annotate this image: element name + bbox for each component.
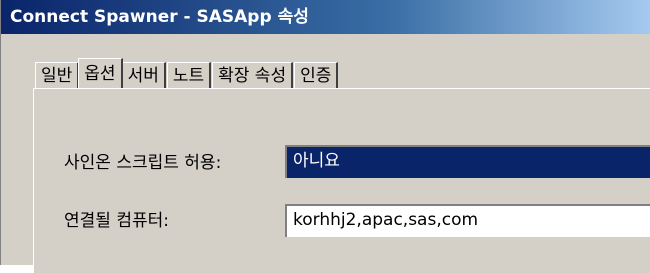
window-title: Connect Spawner - SASApp 속성 [10, 7, 309, 27]
signon-script-select[interactable]: 아니요 [285, 145, 650, 178]
properties-dialog: Connect Spawner - SASApp 속성 일반 옵션 서버 노트 … [0, 0, 650, 273]
options-panel [33, 88, 650, 273]
tab-general[interactable]: 일반 [35, 62, 80, 88]
tab-options[interactable]: 옵션 [78, 58, 123, 88]
signon-script-label: 사인온 스크립트 허용: [64, 153, 222, 173]
tab-strip: 일반 옵션 서버 노트 확장 속성 인증 [35, 58, 339, 88]
host-label: 연결될 컴퓨터: [64, 211, 169, 231]
tab-notes[interactable]: 노트 [166, 62, 212, 88]
tab-authentication[interactable]: 인증 [294, 62, 339, 88]
host-input[interactable]: korhhj2,apac,sas,com [285, 204, 650, 237]
tab-server[interactable]: 서버 [121, 62, 166, 88]
title-bar[interactable]: Connect Spawner - SASApp 속성 [1, 0, 650, 34]
tab-extended-attributes[interactable]: 확장 속성 [212, 62, 294, 88]
